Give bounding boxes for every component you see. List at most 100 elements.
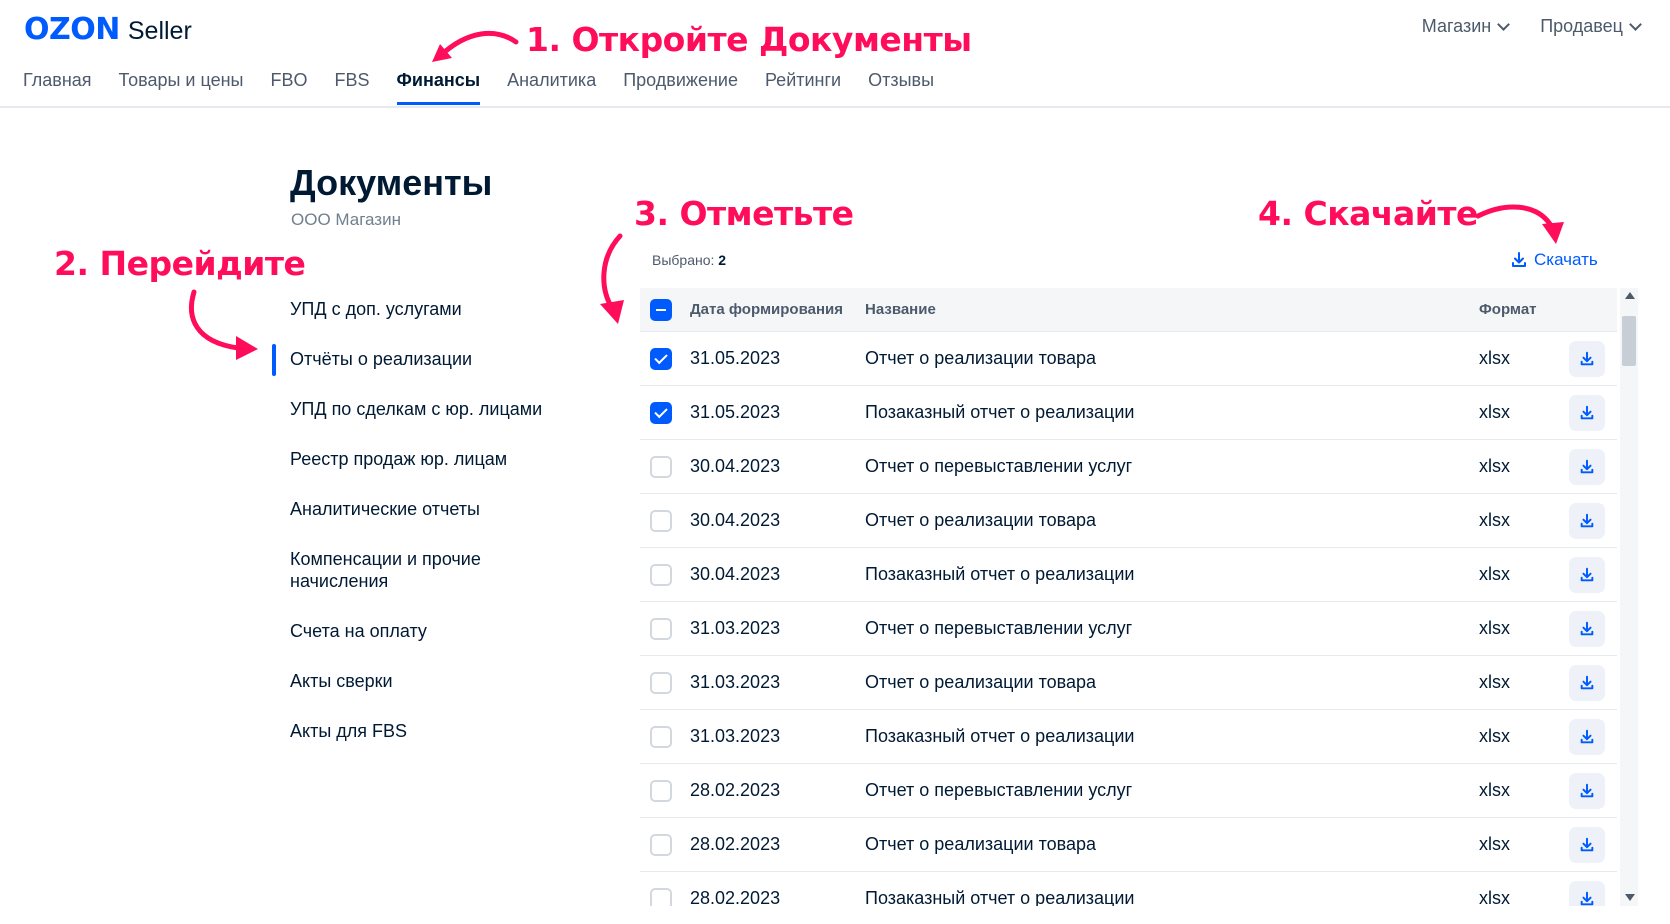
row-download-button[interactable] — [1569, 502, 1605, 539]
column-date[interactable]: Дата формирования — [690, 301, 865, 318]
row-download-button[interactable] — [1569, 556, 1605, 593]
row-date: 31.03.2023 — [690, 726, 781, 746]
row-download-button[interactable] — [1569, 664, 1605, 701]
table-row[interactable]: 31.05.2023 Позаказный отчет о реализации x… — [640, 386, 1617, 440]
selected-count: 2 — [718, 252, 727, 268]
download-icon — [1580, 621, 1594, 635]
table-row[interactable]: 28.02.2023 Отчет о реализации товара xlsx — [640, 818, 1617, 872]
download-icon — [1580, 837, 1594, 851]
row-checkbox[interactable] — [650, 887, 672, 906]
column-format[interactable]: Формат — [1479, 301, 1569, 318]
table-scrollbar[interactable] — [1620, 288, 1638, 906]
table-row[interactable]: 30.04.2023 Отчет о реализации товара xlsx — [640, 494, 1617, 548]
row-download-button[interactable] — [1569, 880, 1605, 906]
row-date: 31.03.2023 — [690, 672, 781, 692]
table-row[interactable]: 28.02.2023 Отчет о перевыставлении услуг x… — [640, 764, 1617, 818]
nav-ratings[interactable]: Рейтинги — [765, 70, 841, 105]
annotation-step-1: 1. Откройте Документы — [526, 20, 972, 59]
scroll-thumb[interactable] — [1622, 316, 1636, 366]
row-download-button[interactable] — [1569, 340, 1605, 377]
annotation-arrow-2 — [188, 289, 258, 360]
ozon-seller-logo[interactable]: OZON Seller — [24, 12, 192, 47]
column-name[interactable]: Название — [865, 301, 1479, 318]
annotation-step-4: 4. Скачайте — [1258, 194, 1478, 233]
row-name: Позаказный отчет о реализации — [865, 402, 1135, 422]
nav-main[interactable]: Главная — [23, 70, 92, 105]
nav-reviews[interactable]: Отзывы — [868, 70, 934, 105]
side-item-analytic-reports[interactable]: Аналитические отчеты — [290, 498, 570, 520]
download-selected-button[interactable]: Скачать — [1510, 250, 1598, 270]
row-name: Отчет о перевыставлении услуг — [865, 780, 1133, 800]
chevron-down-icon — [1497, 18, 1511, 31]
side-item-compensations[interactable]: Компенсации и прочие начисления — [290, 548, 510, 592]
store-dropdown[interactable]: Магазин — [1422, 16, 1511, 37]
download-icon — [1580, 405, 1594, 419]
row-checkbox[interactable] — [650, 779, 672, 802]
row-date: 28.02.2023 — [690, 780, 781, 800]
table-row[interactable]: 31.03.2023 Отчет о реализации товара xlsx — [640, 656, 1617, 710]
seller-dropdown[interactable]: Продавец — [1540, 16, 1642, 37]
download-icon — [1580, 783, 1594, 797]
nav-products[interactable]: Товары и цены — [119, 70, 244, 105]
download-icon — [1512, 252, 1526, 267]
row-download-button[interactable] — [1569, 826, 1605, 863]
side-item-legal-sales-registry[interactable]: Реестр продаж юр. лицам — [290, 448, 570, 470]
row-download-button[interactable] — [1569, 718, 1605, 755]
row-format: xlsx — [1479, 402, 1510, 422]
table-row[interactable]: 31.03.2023 Позаказный отчет о реализации x… — [640, 710, 1617, 764]
row-date: 30.04.2023 — [690, 510, 781, 530]
row-download-button[interactable] — [1569, 772, 1605, 809]
row-date: 28.02.2023 — [690, 888, 781, 906]
row-name: Позаказный отчет о реализации — [865, 888, 1135, 906]
row-format: xlsx — [1479, 348, 1510, 368]
row-download-button[interactable] — [1569, 394, 1605, 431]
row-date: 31.05.2023 — [690, 348, 781, 368]
side-item-upd-services[interactable]: УПД с доп. услугами — [290, 298, 570, 320]
table-row[interactable]: 30.04.2023 Отчет о перевыставлении услуг x… — [640, 440, 1617, 494]
row-checkbox[interactable] — [650, 617, 672, 640]
scroll-down-arrow[interactable] — [1625, 894, 1635, 901]
nav-promotion[interactable]: Продвижение — [623, 70, 738, 105]
nav-finance[interactable]: Финансы — [396, 70, 480, 105]
table-row[interactable]: 28.02.2023 Позаказный отчет о реализации x… — [640, 872, 1617, 906]
nav-fbo[interactable]: FBO — [271, 70, 308, 105]
row-download-button[interactable] — [1569, 610, 1605, 647]
row-date: 30.04.2023 — [690, 456, 781, 476]
side-item-fbs-acts[interactable]: Акты для FBS — [290, 720, 570, 742]
table-header: Дата формирования Название Формат — [640, 288, 1617, 332]
table-row[interactable]: 31.03.2023 Отчет о перевыставлении услуг x… — [640, 602, 1617, 656]
side-item-reconciliation[interactable]: Акты сверки — [290, 670, 570, 692]
page-title: Документы — [290, 162, 493, 203]
table-row[interactable]: 31.05.2023 Отчет о реализации товара xlsx — [640, 332, 1617, 386]
row-name: Позаказный отчет о реализации — [865, 564, 1135, 584]
table-row[interactable]: 30.04.2023 Позаказный отчет о реализации x… — [640, 548, 1617, 602]
row-checkbox[interactable] — [650, 455, 672, 478]
side-item-upd-legal[interactable]: УПД по сделкам с юр. лицами — [290, 398, 570, 420]
side-item-invoices[interactable]: Счета на оплату — [290, 620, 570, 642]
row-checkbox[interactable] — [650, 509, 672, 532]
table-body: 31.05.2023 Отчет о реализации товара xlsx 3… — [640, 332, 1617, 906]
chevron-down-icon — [1629, 18, 1642, 31]
download-icon — [1580, 567, 1594, 581]
selected-label: Выбрано: — [652, 252, 715, 268]
row-checkbox[interactable] — [650, 563, 672, 586]
seller-dropdown-label: Продавец — [1540, 16, 1623, 36]
row-checkbox[interactable] — [650, 833, 672, 856]
annotation-step-3: 3. Отметьте — [634, 194, 854, 233]
download-icon — [1580, 729, 1594, 743]
selected-counter: Выбрано: 2 — [652, 252, 726, 268]
row-download-button[interactable] — [1569, 448, 1605, 485]
row-name: Позаказный отчет о реализации — [865, 726, 1135, 746]
row-checkbox[interactable] — [650, 401, 672, 424]
nav-fbs[interactable]: FBS — [335, 70, 370, 105]
scroll-up-arrow[interactable] — [1625, 292, 1635, 299]
annotation-arrow-4 — [1475, 204, 1564, 244]
select-all-checkbox[interactable] — [650, 298, 672, 321]
row-checkbox[interactable] — [650, 725, 672, 748]
row-checkbox[interactable] — [650, 347, 672, 370]
side-item-sales-reports[interactable]: Отчёты о реализации — [272, 344, 570, 376]
row-checkbox[interactable] — [650, 671, 672, 694]
nav-analytics[interactable]: Аналитика — [507, 70, 596, 105]
annotation-step-2: 2. Перейдите — [54, 244, 306, 283]
documents-table: Дата формирования Название Формат 31.05.… — [640, 288, 1638, 906]
